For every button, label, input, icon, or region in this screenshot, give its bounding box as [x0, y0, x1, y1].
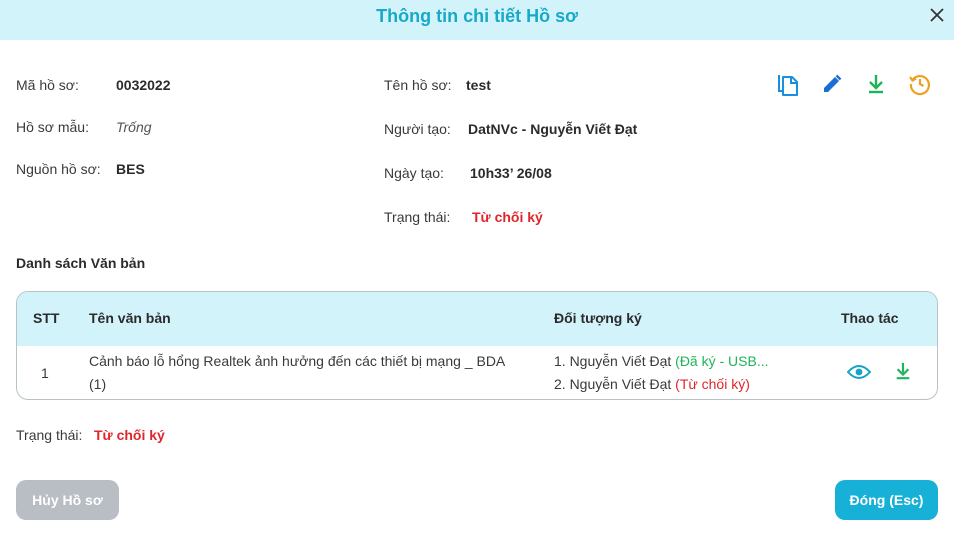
ho-so-mau-label: Hồ sơ mẫu:: [16, 119, 89, 135]
documents-section-title: Danh sách Văn bản: [16, 255, 146, 271]
footer-status-value: Từ chối ký: [94, 427, 165, 443]
ma-ho-so-value: 0032022: [116, 77, 171, 93]
dialog-header: Thông tin chi tiết Hồ sơ: [0, 0, 954, 40]
ten-ho-so-label: Tên hồ sơ:: [384, 77, 452, 93]
ngay-tao-label: Ngày tạo:: [384, 165, 444, 181]
nguon-ho-so-label: Nguồn hồ sơ:: [16, 161, 101, 177]
trang-thai-label: Trạng thái:: [384, 209, 451, 225]
table-header: STT Tên văn bản Đối tượng ký Thao tác: [17, 292, 937, 346]
row-stt: 1: [41, 365, 49, 381]
download-icon[interactable]: [863, 71, 889, 97]
close-icon[interactable]: [926, 4, 948, 26]
column-action: Thao tác: [841, 310, 899, 326]
copy-icon[interactable]: [775, 71, 801, 97]
column-signer: Đối tượng ký: [554, 310, 642, 326]
row-download-icon[interactable]: [890, 358, 916, 384]
view-icon[interactable]: [846, 359, 872, 385]
column-name: Tên văn bản: [89, 310, 171, 326]
cancel-record-button[interactable]: Hủy Hồ sơ: [16, 480, 119, 520]
signer-1-status: (Đã ký - USB...: [675, 353, 769, 369]
signer-1: 1. Nguyễn Viết Đạt (Đã ký - USB...: [554, 353, 769, 369]
close-button[interactable]: Đóng (Esc): [835, 480, 938, 520]
footer-status-label: Trạng thái:: [16, 427, 83, 443]
column-stt: STT: [33, 310, 60, 326]
ma-ho-so-label: Mã hồ sơ:: [16, 77, 79, 93]
nguon-ho-so-value: BES: [116, 161, 145, 177]
row-name-line1: Cảnh báo lỗ hổng Realtek ảnh hưởng đến c…: [89, 353, 506, 369]
trang-thai-value: Từ chối ký: [472, 209, 543, 225]
signer-2-name: 2. Nguyễn Viết Đạt: [554, 376, 672, 392]
documents-table: STT Tên văn bản Đối tượng ký Thao tác 1 …: [16, 291, 938, 400]
signer-1-name: 1. Nguyễn Viết Đạt: [554, 353, 672, 369]
ngay-tao-value: 10h33’ 26/08: [470, 165, 552, 181]
edit-icon[interactable]: [819, 71, 845, 97]
nguoi-tao-value: DatNVc - Nguyễn Viết Đạt: [468, 121, 638, 137]
ho-so-mau-value: Trống: [116, 119, 152, 135]
history-icon[interactable]: [907, 71, 933, 97]
signer-2-status: (Từ chối ký): [675, 376, 750, 392]
nguoi-tao-label: Người tạo:: [384, 121, 451, 137]
row-name-line2: (1): [89, 376, 107, 392]
dialog-title: Thông tin chi tiết Hồ sơ: [376, 6, 578, 26]
signer-2: 2. Nguyễn Viết Đạt (Từ chối ký): [554, 376, 750, 392]
ten-ho-so-value: test: [466, 77, 491, 93]
